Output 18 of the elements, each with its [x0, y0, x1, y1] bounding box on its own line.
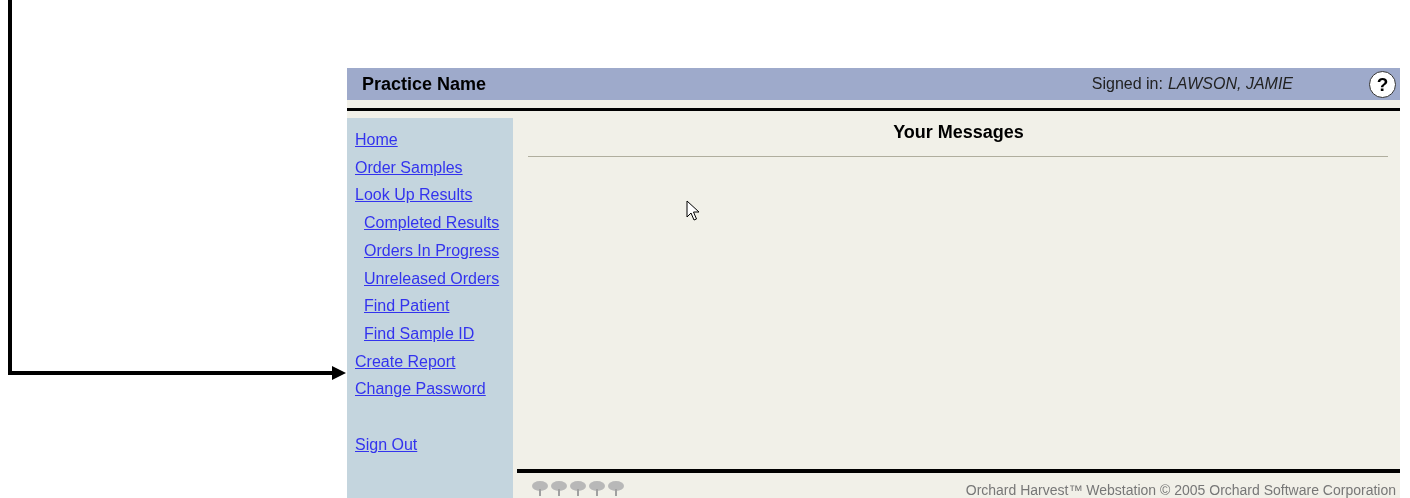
nav-link[interactable]: Change Password	[355, 375, 486, 404]
nav-link[interactable]: Orders In Progress	[364, 236, 500, 265]
nav-link[interactable]: Order Samples	[355, 153, 463, 182]
help-button[interactable]: ?	[1369, 70, 1396, 98]
nav-link[interactable]: Unreleased Orders	[364, 264, 500, 293]
nav-link[interactable]: Home	[355, 126, 398, 154]
page-title: Your Messages	[892, 122, 1025, 143]
sign-out-link[interactable]: Sign Out	[355, 431, 418, 459]
nav-link[interactable]: Create Report	[355, 347, 456, 376]
cursor-icon	[686, 200, 700, 222]
nav-link[interactable]: Find Sample ID	[364, 319, 475, 348]
user-name: LAWSON, JAMIE	[1167, 75, 1293, 93]
practice-name: Practice Name	[362, 73, 488, 95]
signed-in-label: Signed in:	[1091, 75, 1163, 93]
nav-link[interactable]: Completed Results	[364, 209, 500, 237]
copyright-text: Orchard Harvest™ Webstation © 2005 Orchard Software Corporation	[965, 482, 1396, 498]
nav-link[interactable]: Look Up Results	[355, 181, 473, 210]
nav-link[interactable]: Find Patient	[364, 292, 450, 320]
